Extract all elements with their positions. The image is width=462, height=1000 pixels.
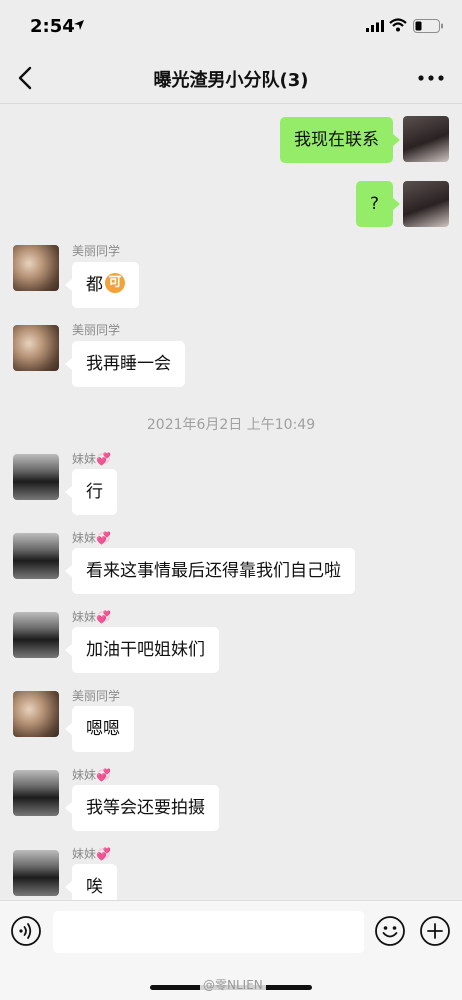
- avatar[interactable]: [13, 612, 59, 658]
- bubble-tail: [393, 198, 400, 210]
- sender-name: 美丽同学: [72, 244, 121, 258]
- message-bubble[interactable]: ?: [355, 181, 393, 227]
- wifi-icon: [389, 18, 407, 32]
- bubble-tail: [65, 279, 72, 291]
- bubble-tail: [65, 565, 72, 577]
- sender-name: 美丽同学: [72, 689, 121, 703]
- bubble-tail: [393, 134, 400, 146]
- sender-name: 妹妹💞: [72, 452, 111, 466]
- sender-name: 美丽同学: [72, 323, 121, 337]
- avatar[interactable]: [13, 325, 59, 371]
- bubble-tail: [65, 881, 72, 893]
- nav-bar: 曝光渣男小分队(3): [0, 52, 462, 104]
- avatar[interactable]: [13, 245, 59, 291]
- watermark: @零NLIEN: [200, 976, 266, 993]
- avatar[interactable]: [13, 850, 59, 896]
- avatar[interactable]: [13, 533, 59, 579]
- smiley-icon[interactable]: [374, 915, 406, 947]
- bubble-tail: [65, 358, 72, 370]
- message-bubble[interactable]: 我现在联系: [280, 117, 393, 163]
- avatar[interactable]: [403, 181, 449, 227]
- message-bubble[interactable]: 行: [72, 469, 117, 515]
- message-bubble[interactable]: 加油干吧姐妹们: [72, 627, 219, 673]
- status-bar: 2:54: [0, 0, 462, 52]
- avatar[interactable]: [13, 691, 59, 737]
- message-bubble[interactable]: 我再睡一会: [72, 341, 185, 387]
- avatar[interactable]: [13, 770, 59, 816]
- message-input[interactable]: [53, 911, 364, 953]
- ellipsis-icon[interactable]: [416, 72, 446, 84]
- avatar[interactable]: [13, 454, 59, 500]
- location-arrow-icon: [74, 20, 84, 30]
- message-bubble[interactable]: 嗯嗯: [72, 706, 134, 752]
- message-text: 都: [86, 275, 103, 295]
- sender-name: 妹妹💞: [72, 847, 111, 861]
- emoji-sticker: 可: [105, 273, 125, 293]
- battery-icon: [413, 19, 443, 33]
- voice-icon[interactable]: [10, 915, 42, 947]
- plus-icon[interactable]: [419, 915, 451, 947]
- signal-icon: [366, 20, 384, 32]
- bubble-tail: [65, 802, 72, 814]
- sender-name: 妹妹💞: [72, 768, 111, 782]
- status-time: 2:54: [30, 16, 75, 37]
- bubble-tail: [65, 644, 72, 656]
- message-bubble[interactable]: 唉: [72, 864, 117, 900]
- avatar[interactable]: [403, 116, 449, 162]
- bubble-tail: [65, 486, 72, 498]
- sender-name: 妹妹💞: [72, 610, 111, 624]
- message-bubble[interactable]: 我等会还要拍摄: [72, 785, 219, 831]
- sender-name: 妹妹💞: [72, 531, 111, 545]
- chat-title: 曝光渣男小分队(3): [153, 70, 309, 91]
- chat-timestamp: 2021年6月2日 上午10:49: [146, 417, 316, 433]
- bubble-tail: [65, 723, 72, 735]
- message-list[interactable]: 我现在联系 ? 美丽同学 都可 美丽同学 我再睡一会 2021年6月2日 上午1…: [0, 104, 462, 900]
- message-bubble[interactable]: 看来这事情最后还得靠我们自己啦: [72, 548, 355, 594]
- message-bubble[interactable]: 都可: [72, 262, 139, 308]
